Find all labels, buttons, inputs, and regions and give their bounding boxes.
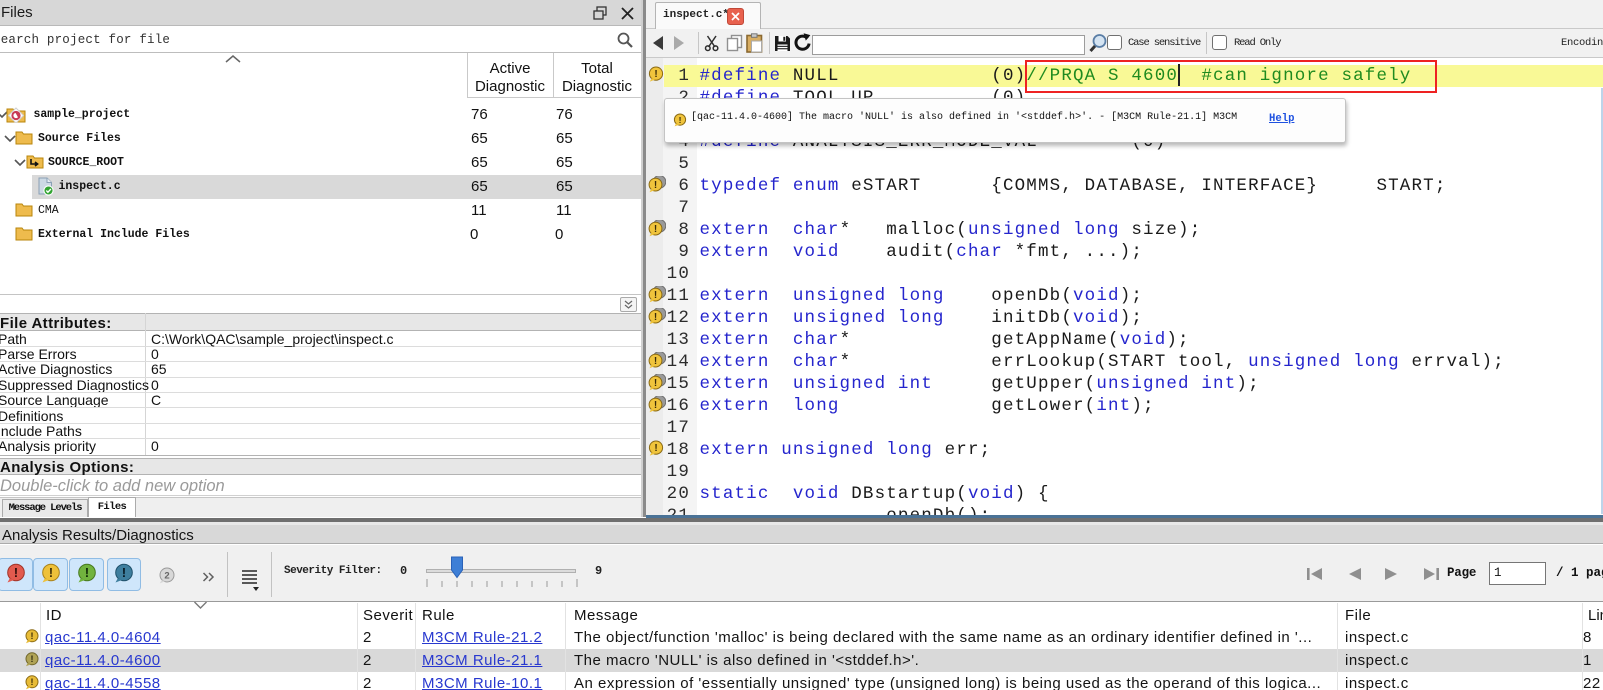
svg-text:!: !	[654, 180, 657, 191]
svg-text:!: !	[654, 224, 657, 235]
svg-text:!: !	[654, 69, 657, 80]
svg-text:!: !	[31, 677, 34, 687]
svg-text:!: !	[654, 312, 657, 323]
svg-text:2: 2	[164, 571, 169, 582]
svg-text:!: !	[122, 566, 126, 580]
svg-text:!: !	[654, 290, 657, 301]
svg-text:!: !	[654, 356, 657, 367]
svg-text:!: !	[31, 654, 34, 664]
svg-text:!: !	[654, 443, 657, 454]
svg-text:!: !	[679, 115, 682, 125]
svg-text:!: !	[49, 566, 53, 580]
svg-text:!: !	[654, 400, 657, 411]
svg-text:!: !	[31, 631, 34, 641]
svg-text:!: !	[85, 566, 89, 580]
svg-text:!: !	[14, 566, 18, 580]
svg-text:!: !	[654, 378, 657, 389]
